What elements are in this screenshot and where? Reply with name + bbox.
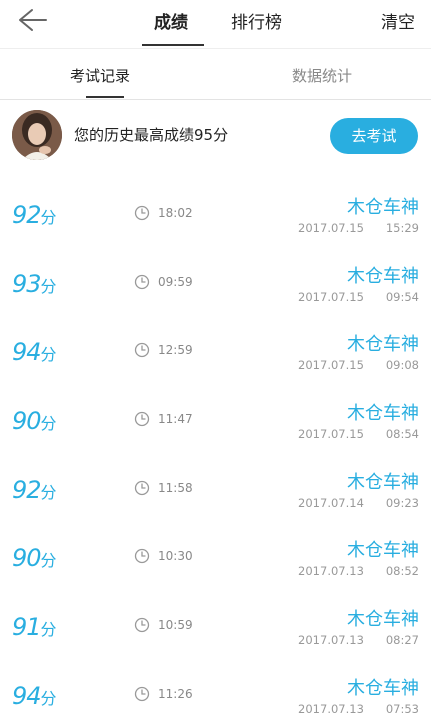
tab-leaderboard[interactable]: 排行榜 [231, 8, 282, 33]
record-user-name: 木仓车神 [347, 265, 419, 287]
clear-button[interactable]: 清空 [381, 8, 415, 33]
sub-tab-bar: 考试记录 数据统计 [0, 48, 431, 100]
record-duration: 09:59 [158, 274, 193, 289]
score-unit: 分 [40, 414, 57, 434]
score-value: 90 [12, 407, 42, 436]
record-score: 92分 [12, 475, 57, 504]
back-arrow-icon[interactable] [16, 6, 48, 34]
record-user-name: 木仓车神 [347, 334, 419, 356]
clock-icon [134, 205, 150, 221]
record-duration: 11:47 [158, 412, 193, 427]
active-tab-indicator [142, 44, 204, 46]
record-datetime: 2017.07.15 15:29 [298, 221, 419, 235]
record-duration: 10:30 [158, 549, 193, 564]
record-user-name: 木仓车神 [347, 403, 419, 425]
record-date: 2017.07.13 [298, 564, 364, 579]
record-datetime: 2017.07.15 08:54 [298, 427, 419, 441]
record-user-name: 木仓车神 [347, 540, 419, 562]
record-clock-time: 09:08 [385, 358, 419, 373]
clock-icon [134, 686, 150, 702]
record-score: 93分 [12, 269, 57, 298]
score-value: 94 [12, 681, 42, 710]
score-unit: 分 [40, 620, 57, 640]
record-row[interactable]: 90分 11:47 木仓车神 2017.07.15 08:54 [0, 389, 431, 458]
record-row[interactable]: 90分 10:30 木仓车神 2017.07.13 08:52 [0, 526, 431, 595]
record-row[interactable]: 93分 09:59 木仓车神 2017.07.15 09:54 [0, 252, 431, 321]
score-value: 94 [12, 338, 42, 367]
score-value: 91 [12, 613, 42, 642]
record-clock-time: 09:23 [385, 495, 419, 510]
record-clock-time: 08:27 [385, 633, 419, 648]
avatar [12, 110, 62, 160]
record-date: 2017.07.13 [298, 701, 364, 716]
record-clock-time: 08:52 [385, 564, 419, 579]
score-value: 92 [12, 475, 42, 504]
record-score: 90分 [12, 407, 57, 436]
record-score: 90分 [12, 544, 57, 573]
score-unit: 分 [40, 345, 57, 365]
record-clock-time: 07:53 [385, 701, 419, 716]
record-date: 2017.07.15 [298, 427, 364, 442]
record-datetime: 2017.07.13 08:27 [298, 633, 419, 647]
tab-exam-records[interactable]: 考试记录 [70, 65, 130, 86]
record-row[interactable]: 94分 12:59 木仓车神 2017.07.15 09:08 [0, 320, 431, 389]
record-score: 92分 [12, 201, 57, 229]
score-unit: 分 [40, 276, 57, 296]
record-user-name: 木仓车神 [347, 197, 419, 218]
clock-icon [134, 411, 150, 427]
record-user-name: 木仓车神 [347, 471, 419, 493]
score-unit: 分 [40, 482, 57, 502]
record-clock-time: 15:29 [385, 221, 419, 235]
records-list: 92分 18:02 木仓车神 2017.07.15 15:29 93分 09:5… [0, 183, 431, 720]
clock-icon [134, 342, 150, 358]
record-clock-time: 08:54 [385, 427, 419, 442]
record-datetime: 2017.07.13 08:52 [298, 564, 419, 578]
clock-icon [134, 274, 150, 290]
record-datetime: 2017.07.15 09:08 [298, 358, 419, 372]
score-value: 92 [12, 201, 42, 229]
record-duration: 11:58 [158, 480, 193, 495]
top-bar: 成绩 排行榜 清空 [0, 0, 431, 48]
score-unit: 分 [40, 688, 57, 708]
record-clock-time: 09:54 [385, 289, 419, 304]
score-unit: 分 [40, 551, 57, 571]
record-score: 94分 [12, 338, 57, 367]
record-date: 2017.07.15 [298, 221, 364, 235]
record-duration: 11:26 [158, 686, 193, 701]
record-duration: 18:02 [158, 206, 193, 220]
clock-icon [134, 548, 150, 564]
score-value: 93 [12, 269, 42, 298]
record-score: 94分 [12, 681, 57, 710]
record-row[interactable]: 92分 11:58 木仓车神 2017.07.14 09:23 [0, 458, 431, 527]
record-duration: 10:59 [158, 618, 193, 633]
record-datetime: 2017.07.15 09:54 [298, 290, 419, 304]
best-score-row: 您的历史最高成绩95分 去考试 [0, 100, 431, 172]
record-row[interactable]: 91分 10:59 木仓车神 2017.07.13 08:27 [0, 595, 431, 664]
record-user-name: 木仓车神 [347, 677, 419, 699]
clock-icon [134, 480, 150, 496]
record-datetime: 2017.07.13 07:53 [298, 702, 419, 716]
record-row[interactable]: 92分 18:02 木仓车神 2017.07.15 15:29 [0, 183, 431, 252]
score-unit: 分 [40, 208, 57, 227]
score-value: 90 [12, 544, 42, 573]
record-duration: 12:59 [158, 343, 193, 358]
record-score: 91分 [12, 613, 57, 642]
active-subtab-indicator [86, 96, 124, 98]
record-date: 2017.07.15 [298, 358, 364, 373]
tab-score[interactable]: 成绩 [154, 8, 188, 33]
clock-icon [134, 617, 150, 633]
best-score-text: 您的历史最高成绩95分 [74, 126, 229, 144]
start-exam-button[interactable]: 去考试 [330, 118, 418, 154]
record-row[interactable]: 94分 11:26 木仓车神 2017.07.13 07:53 [0, 664, 431, 720]
record-date: 2017.07.13 [298, 633, 364, 648]
record-user-name: 木仓车神 [347, 609, 419, 631]
record-date: 2017.07.15 [298, 289, 364, 304]
record-date: 2017.07.14 [298, 495, 364, 510]
record-datetime: 2017.07.14 09:23 [298, 496, 419, 510]
tab-data-stats[interactable]: 数据统计 [292, 65, 352, 86]
